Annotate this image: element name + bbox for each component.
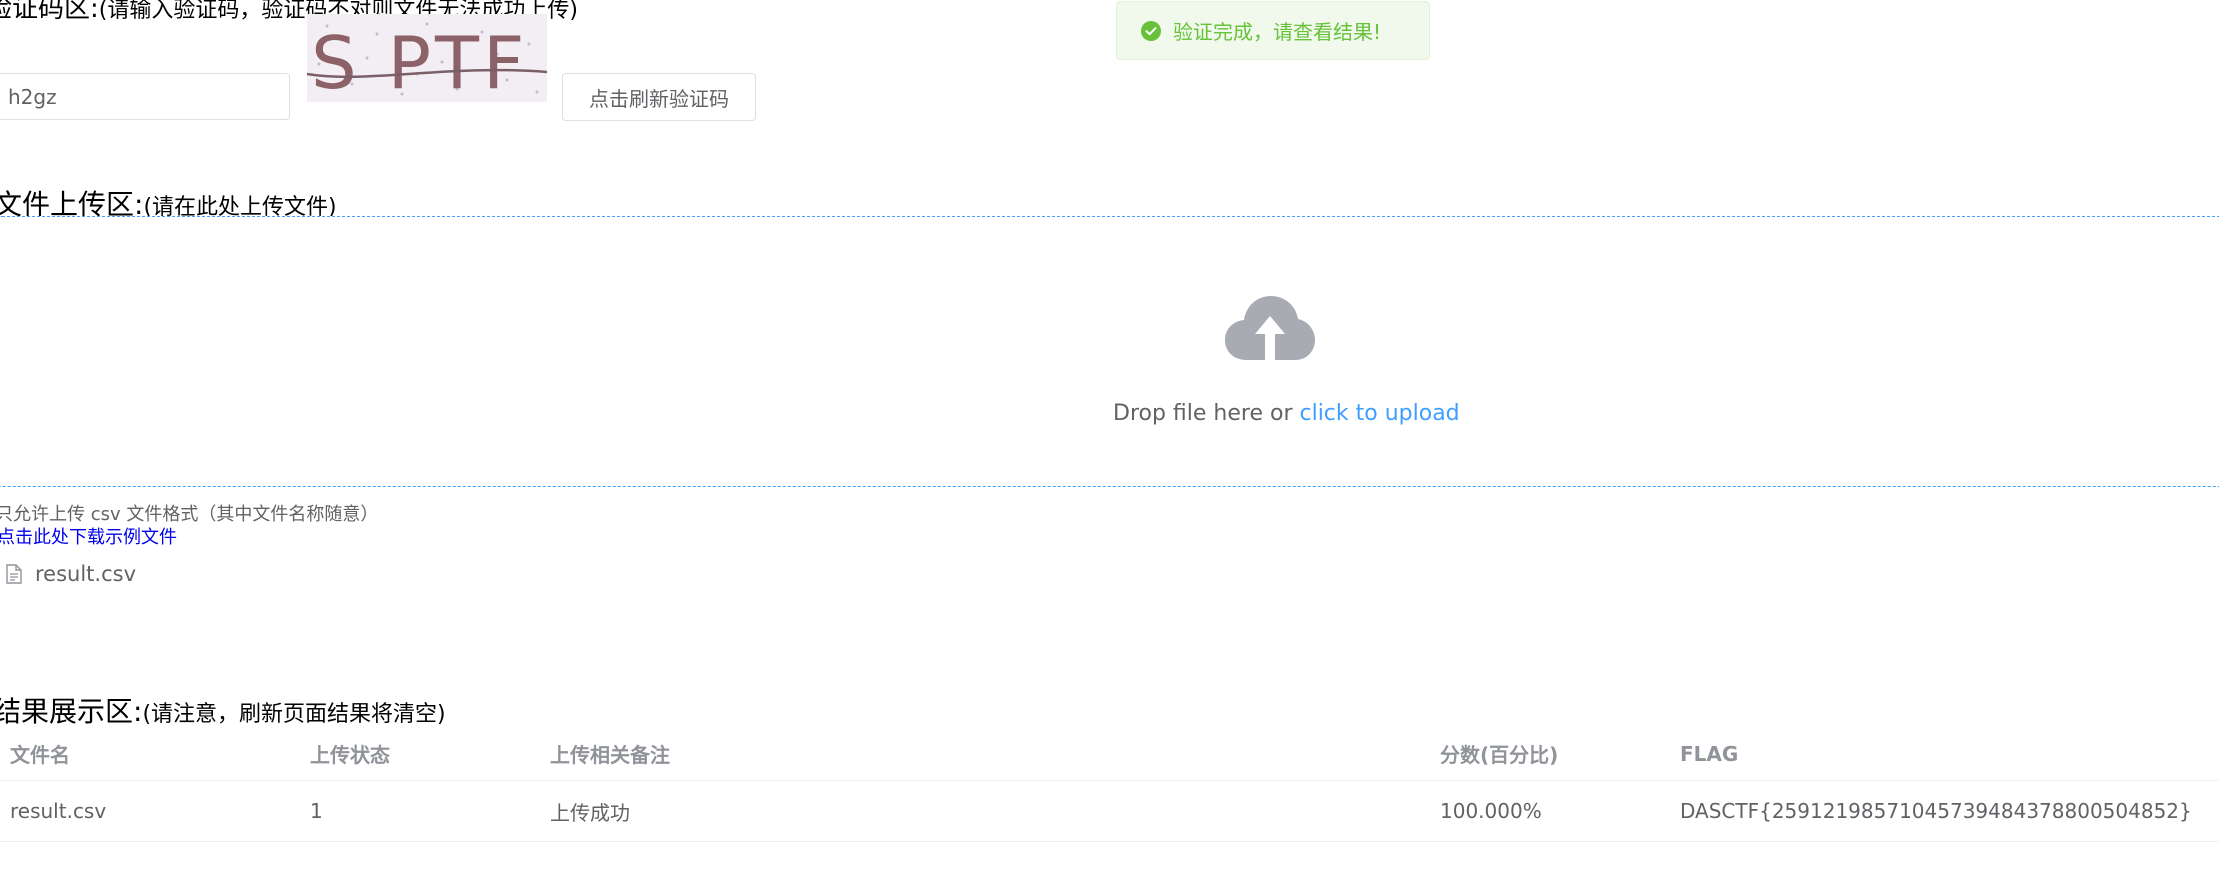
results-table: 文件名 上传状态 上传相关备注 分数(百分比) FLAG result.csv … — [0, 727, 2219, 842]
cell-filename: result.csv — [0, 780, 300, 842]
cell-remarks: 上传成功 — [540, 780, 1430, 842]
column-header-remarks: 上传相关备注 — [540, 727, 1430, 781]
cell-flag: DASCTF{25912198571045739484378800504852} — [1670, 780, 2219, 842]
table-row: result.csv 1 上传成功 100.000% DASCTF{259121… — [0, 780, 2219, 842]
success-check-icon — [1141, 20, 1161, 41]
column-header-flag: FLAG — [1670, 727, 2219, 781]
captcha-image: S PTF — [307, 14, 547, 102]
document-icon — [5, 564, 23, 584]
captcha-input[interactable] — [0, 73, 290, 120]
cell-score: 100.000% — [1430, 780, 1670, 842]
dropzone-text: Drop file here or click to upload — [1113, 401, 1460, 426]
captcha-heading-title: 验证码区: — [0, 0, 99, 24]
column-header-score: 分数(百分比) — [1430, 727, 1670, 781]
column-header-status: 上传状态 — [300, 727, 540, 781]
results-heading-note: (请注意，刷新页面结果将清空) — [142, 702, 446, 727]
uploaded-file-name: result.csv — [35, 562, 137, 586]
upload-cloud-icon — [1225, 296, 1315, 360]
uploaded-file-item[interactable]: result.csv — [5, 558, 136, 590]
column-header-filename: 文件名 — [0, 727, 300, 781]
dropzone-prompt: Drop file here or — [1113, 401, 1300, 426]
refresh-captcha-button[interactable]: 点击刷新验证码 — [562, 73, 756, 121]
results-section-heading: 结果展示区:(请注意，刷新页面结果将清空) — [0, 690, 446, 730]
results-table-header-row: 文件名 上传状态 上传相关备注 分数(百分比) FLAG — [0, 727, 2219, 781]
file-dropzone[interactable] — [0, 216, 2219, 487]
click-to-upload-link[interactable]: click to upload — [1299, 401, 1459, 426]
results-heading-title: 结果展示区: — [0, 695, 143, 728]
toast-message: 验证完成，请查看结果! — [1173, 20, 1382, 44]
success-toast: 验证完成，请查看结果! — [1116, 1, 1430, 60]
captcha-image-text: S PTF — [311, 21, 528, 102]
download-sample-link[interactable]: 点击此处下载示例文件 — [0, 523, 177, 549]
cell-status: 1 — [300, 780, 540, 842]
